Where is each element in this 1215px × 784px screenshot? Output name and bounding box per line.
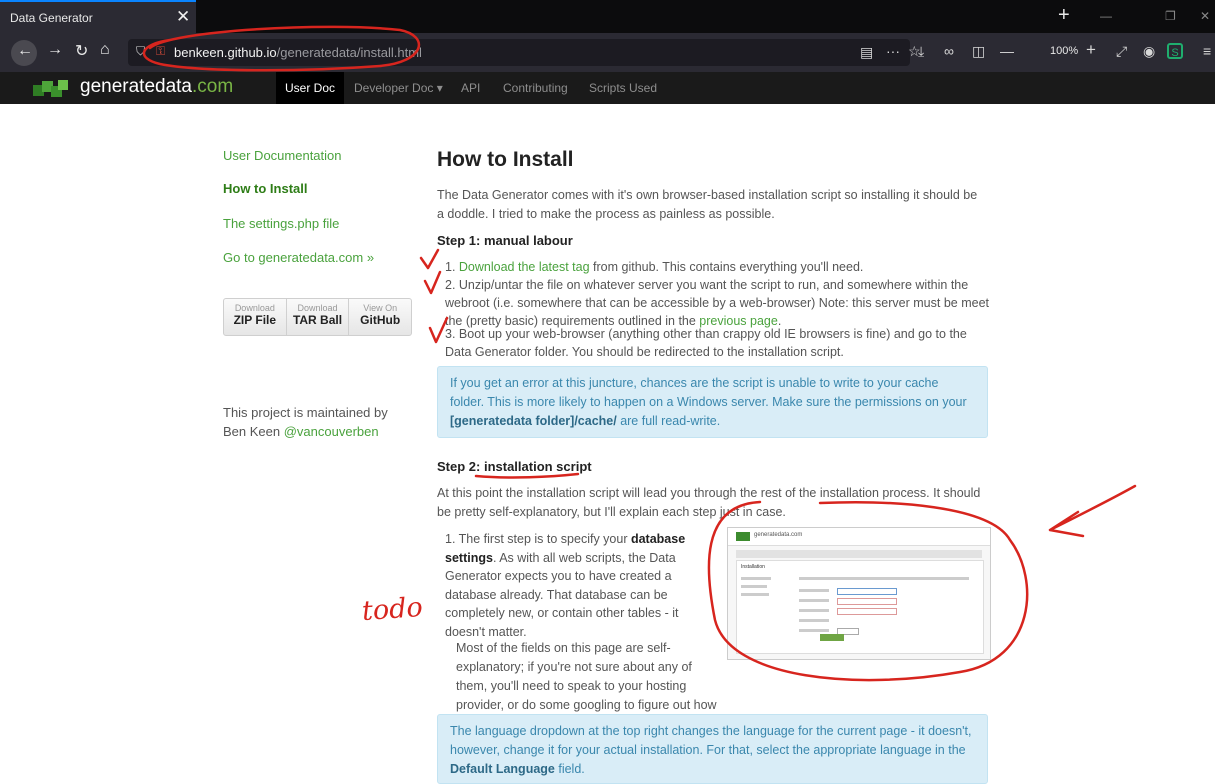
step2-heading: Step 2: installation script <box>437 459 592 474</box>
step1-item-1: 1. Download the latest tag from github. … <box>445 260 864 274</box>
sidebar-link-user-documentation[interactable]: User Documentation <box>223 148 342 163</box>
nav-developer-doc[interactable]: Developer Doc ▾ <box>354 81 443 95</box>
more-actions-icon[interactable]: ··· <box>886 43 900 59</box>
step1-item-2: 2. Unzip/untar the file on whatever serv… <box>445 278 989 328</box>
sidebar-link-how-to-install[interactable]: How to Install <box>223 181 308 196</box>
minimize-icon[interactable]: — <box>1100 9 1112 23</box>
nav-contributing[interactable]: Contributing <box>503 81 568 95</box>
step2-intro: At this point the installation script wi… <box>437 486 981 519</box>
url-text: benkeen.github.io/generatedata/install.h… <box>174 45 422 60</box>
zoom-out-icon[interactable]: — <box>1000 43 1014 59</box>
menu-icon[interactable]: ≡ <box>1203 43 1211 59</box>
thumbnail-brand: generatedata.com <box>754 532 803 538</box>
tab-title: Data Generator <box>10 11 93 25</box>
nav-api[interactable]: API <box>461 81 480 95</box>
browser-toolbar: ← → ↻ ⌂ ⛉ ⚿ benkeen.github.io/generateda… <box>0 33 1215 72</box>
view-on-github-button[interactable]: View On GitHub <box>349 299 411 335</box>
maintainer-note: This project is maintained by Ben Keen @… <box>223 405 388 439</box>
account-icon[interactable]: ◉ <box>1143 43 1155 60</box>
step2-item-1: 1. The first step is to specify your dat… <box>445 532 686 639</box>
todo-handwritten-note: todo <box>360 591 424 628</box>
download-latest-tag-link[interactable]: Download the latest tag <box>459 260 590 274</box>
download-buttons: Download ZIP File Download TAR Ball View… <box>223 298 412 336</box>
browser-tab-bar: Data Generator ✕ + — ❐ ✕ <box>0 0 1215 33</box>
zoom-in-icon[interactable]: + <box>1086 40 1096 60</box>
twitter-handle-link[interactable]: @vancouverben <box>284 424 379 439</box>
download-icon[interactable]: ⤓ <box>918 43 924 60</box>
reader-view-icon[interactable]: ▤ <box>860 44 873 61</box>
extension-icon[interactable]: ∞ <box>944 43 954 59</box>
step1-item-3: 3. Boot up your web-browser (anything ot… <box>445 327 967 359</box>
back-arrow-icon[interactable]: ← <box>17 42 33 60</box>
thumbnail-continue-button <box>820 634 844 641</box>
sidebar-icon[interactable]: ◫ <box>972 43 985 60</box>
url-bar[interactable]: ⛉ ⚿ benkeen.github.io/generatedata/insta… <box>128 39 921 66</box>
restore-icon[interactable]: ❐ <box>1165 9 1176 23</box>
sidebar-link-settings-php[interactable]: The settings.php file <box>223 216 339 231</box>
tab-close-icon[interactable]: ✕ <box>176 7 190 27</box>
new-tab-icon[interactable]: + <box>1058 4 1070 27</box>
download-zip-button[interactable]: Download ZIP File <box>224 299 287 335</box>
site-navbar: generatedata.com User Doc Developer Doc … <box>0 72 1215 104</box>
checkmark-1 <box>419 248 440 270</box>
underline-installation-script <box>474 472 580 479</box>
nav-scripts-used[interactable]: Scripts Used <box>589 81 657 95</box>
step1-heading: Step 1: manual labour <box>437 233 573 248</box>
close-window-icon[interactable]: ✕ <box>1200 9 1210 23</box>
zoom-level[interactable]: 100% <box>1050 45 1078 57</box>
download-tar-button[interactable]: Download TAR Ball <box>287 299 350 335</box>
info-box-cache: If you get an error at this juncture, ch… <box>437 366 988 438</box>
sidebar-link-go-to-site[interactable]: Go to generatedata.com » <box>223 250 374 265</box>
home-icon[interactable]: ⌂ <box>100 41 110 59</box>
shield-icon[interactable]: ⛉ <box>136 44 145 59</box>
arrow-annotation <box>1048 484 1137 538</box>
site-brand[interactable]: generatedata.com <box>80 76 233 98</box>
extension-s-icon[interactable]: S <box>1167 43 1183 59</box>
reload-icon[interactable]: ↻ <box>75 41 88 61</box>
info-box-language: The language dropdown at the top right c… <box>437 714 988 784</box>
fullscreen-icon[interactable]: ⤢ <box>1116 43 1127 60</box>
nav-user-doc[interactable]: User Doc <box>276 72 345 104</box>
intro-paragraph: The Data Generator comes with it's own b… <box>437 188 978 221</box>
logo-icon[interactable] <box>33 79 69 99</box>
installation-screenshot-thumbnail: generatedata.com Installation <box>727 527 991 660</box>
browser-tab[interactable]: Data Generator ✕ <box>0 0 196 33</box>
thumbnail-heading: Installation <box>741 564 765 570</box>
thumbnail-logo-icon <box>736 532 750 541</box>
checkmark-2 <box>423 270 442 295</box>
page-title: How to Install <box>437 148 574 171</box>
lock-warning-icon[interactable]: ⚿ <box>156 44 165 59</box>
forward-arrow-icon[interactable]: → <box>47 41 63 59</box>
